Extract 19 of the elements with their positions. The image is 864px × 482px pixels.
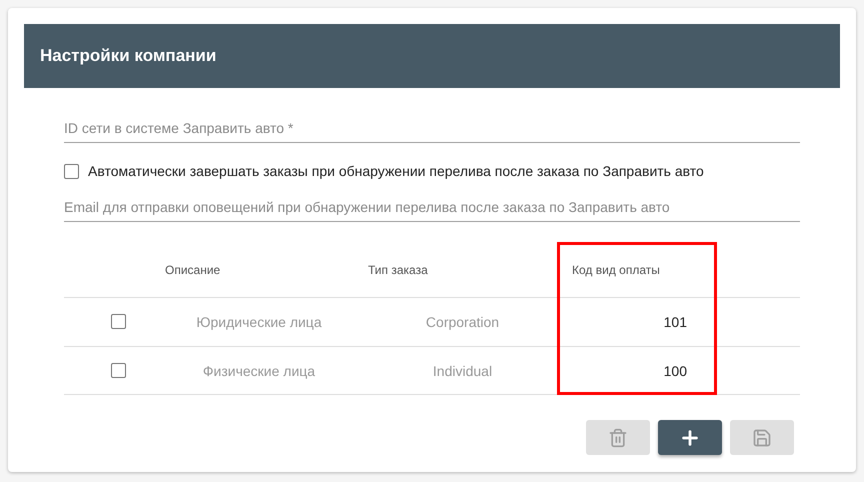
checkbox[interactable] <box>64 164 79 178</box>
table-cell-text: Individual <box>432 362 492 378</box>
checkbox-label: Автоматически завершать заказы при обнаружении перелива после заказа по Заправить авто <box>88 163 704 179</box>
table-cell: 100 <box>664 362 687 378</box>
row-checkbox[interactable] <box>110 363 126 378</box>
text-field[interactable]: Email для отправки оповещений при обнаружении перелива после заказа по Заправить авто <box>64 195 800 222</box>
table-cell-text: Юридические лица <box>195 314 322 330</box>
delete-icon <box>608 428 628 448</box>
column-header: Описание <box>164 262 220 276</box>
table-cell-text: Физические лица <box>202 362 316 378</box>
panel-title: Настройки компании <box>40 46 216 66</box>
column-header: Код вид оплаты <box>571 262 660 276</box>
save-icon <box>752 428 772 448</box>
table-cell-text: Corporation <box>424 314 500 330</box>
column-header: Тип заказа <box>367 262 428 276</box>
add-button[interactable] <box>658 420 722 455</box>
text-field[interactable]: ID сети в системе Заправить авто * <box>64 116 800 143</box>
table-cell: 101 <box>664 314 687 330</box>
row-checkbox[interactable] <box>110 314 126 329</box>
